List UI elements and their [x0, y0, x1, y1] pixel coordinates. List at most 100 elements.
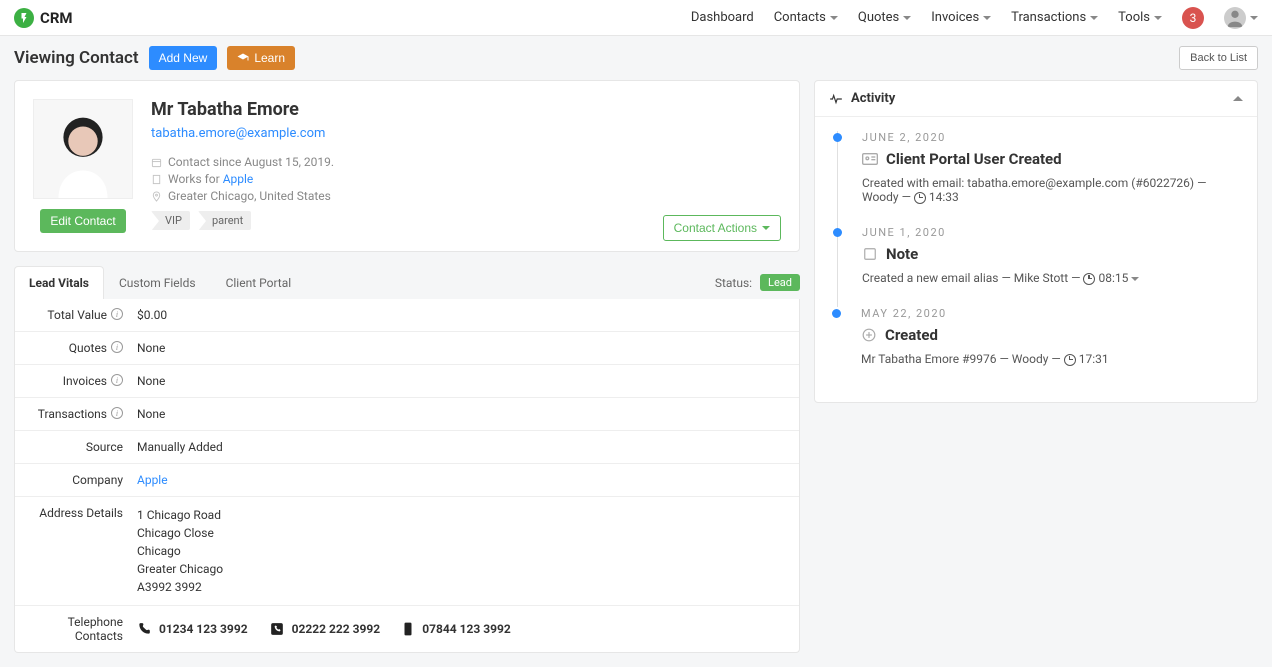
caret-icon	[1250, 16, 1258, 20]
chevron-up-icon	[1233, 96, 1243, 101]
tl-date: MAY 22, 2020	[861, 307, 1239, 320]
nav-right: Dashboard Contacts Quotes Invoices Trans…	[691, 7, 1258, 29]
nav-contacts-label: Contacts	[774, 10, 826, 25]
timeline-dot-icon	[833, 133, 842, 142]
val-address: 1 Chicago Road Chicago Close Chicago Gre…	[137, 506, 787, 596]
val-company-link[interactable]: Apple	[137, 473, 168, 487]
info-icon[interactable]: i	[111, 308, 123, 320]
nav-tools[interactable]: Tools	[1118, 10, 1162, 25]
caret-icon[interactable]	[1131, 277, 1139, 281]
nav-transactions[interactable]: Transactions	[1011, 10, 1098, 25]
val-quotes: None	[137, 341, 787, 355]
edit-contact-button[interactable]: Edit Contact	[40, 209, 125, 233]
building-icon	[151, 174, 162, 185]
tabs: Lead Vitals Custom Fields Client Portal	[14, 266, 306, 299]
note-icon	[862, 246, 878, 262]
tab-client-portal[interactable]: Client Portal	[211, 266, 307, 299]
contact-name: Mr Tabatha Emore	[151, 99, 334, 120]
timeline-item: MAY 22, 2020 Created Mr Tabatha Emore #9…	[837, 307, 1239, 388]
tl-title-text: Client Portal User Created	[886, 150, 1062, 168]
nav-invoices[interactable]: Invoices	[931, 10, 991, 25]
addr-line: Greater Chicago	[137, 560, 787, 578]
tl-title-text: Created	[885, 326, 938, 344]
tl-date: JUNE 2, 2020	[862, 131, 1239, 144]
contact-actions-label: Contact Actions	[674, 221, 757, 235]
caret-icon	[983, 16, 991, 20]
tag-vip[interactable]: VIP	[151, 211, 190, 230]
contact-actions-button[interactable]: Contact Actions	[663, 215, 781, 241]
sub-bar: Viewing Contact Add New Learn Back to Li…	[0, 36, 1272, 80]
tl-time: 08:15	[1098, 271, 1128, 285]
addr-line: Chicago Close	[137, 524, 787, 542]
contact-email-link[interactable]: tabatha.emore@example.com	[151, 126, 325, 141]
nav-contacts[interactable]: Contacts	[774, 10, 838, 25]
val-source: Manually Added	[137, 440, 787, 454]
caret-icon	[830, 16, 838, 20]
tab-custom-fields[interactable]: Custom Fields	[104, 266, 211, 299]
company-link[interactable]: Apple	[223, 172, 254, 186]
label-total-value: Total Value	[47, 308, 107, 322]
heartbeat-icon	[829, 92, 843, 106]
avatar-icon	[1224, 7, 1246, 29]
caret-icon	[762, 226, 770, 230]
timeline-item: JUNE 1, 2020 Note Created a new email al…	[837, 226, 1239, 307]
info-icon[interactable]: i	[111, 374, 123, 386]
contact-photo	[33, 99, 133, 199]
addr-line: A3992 3992	[137, 578, 787, 596]
top-nav: CRM Dashboard Contacts Quotes Invoices T…	[0, 0, 1272, 36]
caret-icon	[1090, 16, 1098, 20]
val-invoices: None	[137, 374, 787, 388]
clock-icon	[1064, 354, 1076, 366]
addr-line: 1 Chicago Road	[137, 506, 787, 524]
activity-header[interactable]: Activity	[815, 81, 1257, 117]
learn-label: Learn	[254, 51, 285, 65]
learn-button[interactable]: Learn	[227, 46, 295, 70]
tel3: 07844 123 3992	[422, 622, 511, 636]
label-company: Company	[72, 473, 123, 487]
nav-invoices-label: Invoices	[931, 10, 979, 25]
brand[interactable]: CRM	[14, 8, 73, 28]
back-to-list-button[interactable]: Back to List	[1179, 46, 1258, 70]
tl-time: 14:33	[929, 190, 959, 204]
activity-card: Activity JUNE 2, 2020 Client Portal User…	[814, 80, 1258, 403]
addr-line: Chicago	[137, 542, 787, 560]
user-menu[interactable]	[1224, 7, 1258, 29]
tab-lead-vitals[interactable]: Lead Vitals	[14, 266, 104, 299]
label-address: Address Details	[39, 506, 123, 520]
tag-parent[interactable]: parent	[198, 211, 251, 230]
clock-icon	[1083, 273, 1095, 285]
tl-time: 17:31	[1079, 352, 1109, 366]
contact-since: Contact since August 15, 2019.	[168, 155, 334, 169]
nav-quotes-label: Quotes	[858, 10, 899, 25]
status-badge: Lead	[760, 274, 800, 291]
works-for-prefix: Works for	[168, 172, 223, 186]
vitals-card: Total Valuei$0.00 QuotesiNone InvoicesiN…	[14, 299, 800, 653]
val-transactions: None	[137, 407, 787, 421]
val-telephone: 01234 123 3992 02222 222 3992 07844 123 …	[137, 615, 787, 643]
pin-icon	[151, 191, 162, 202]
nav-dashboard[interactable]: Dashboard	[691, 10, 754, 25]
page-title: Viewing Contact	[14, 48, 139, 68]
nav-tools-label: Tools	[1118, 10, 1150, 25]
timeline-dot-icon	[833, 228, 842, 237]
graduation-icon	[237, 52, 249, 64]
brand-text: CRM	[40, 9, 73, 27]
timeline-item: JUNE 2, 2020 Client Portal User Created …	[837, 131, 1239, 226]
label-quotes: Quotes	[69, 341, 107, 355]
calendar-icon	[151, 157, 162, 168]
phone-icon	[137, 622, 151, 636]
label-source: Source	[86, 440, 123, 454]
info-icon[interactable]: i	[111, 341, 123, 353]
nav-quotes[interactable]: Quotes	[858, 10, 911, 25]
notification-badge[interactable]: 3	[1182, 7, 1204, 29]
status-label: Status:	[715, 276, 752, 290]
activity-title: Activity	[851, 91, 895, 106]
tl-date: JUNE 1, 2020	[862, 226, 1239, 239]
caret-icon	[1154, 16, 1162, 20]
caret-icon	[903, 16, 911, 20]
tel1: 01234 123 3992	[159, 622, 248, 636]
add-new-button[interactable]: Add New	[149, 46, 218, 70]
timeline-dot-icon	[832, 309, 841, 318]
tel2: 02222 222 3992	[292, 622, 381, 636]
info-icon[interactable]: i	[111, 407, 123, 419]
